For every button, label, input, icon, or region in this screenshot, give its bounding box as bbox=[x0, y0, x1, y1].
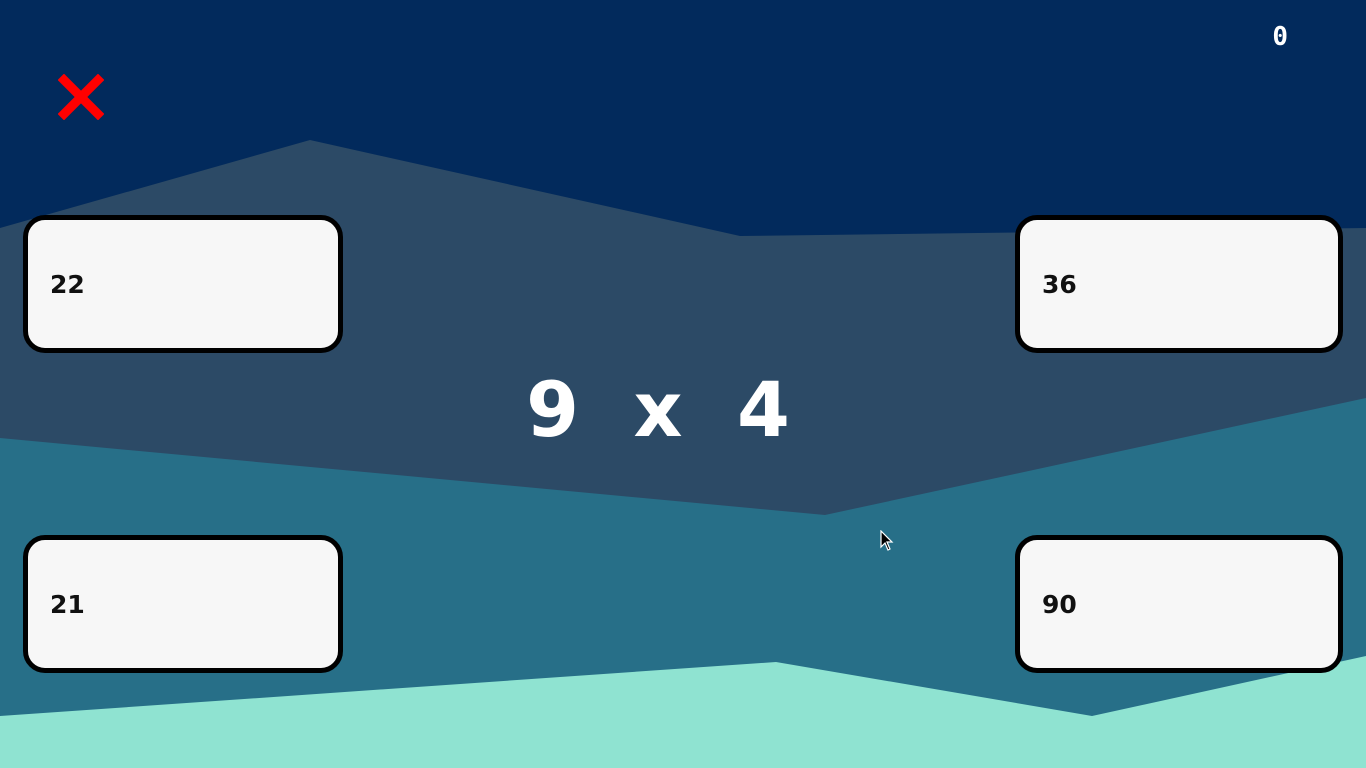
answer-value: 21 bbox=[50, 589, 85, 619]
answer-value: 90 bbox=[1042, 589, 1077, 619]
question-operand-left: 9 bbox=[526, 365, 584, 454]
answer-option-top-left[interactable]: 22 bbox=[23, 215, 343, 353]
question-operand-right: 4 bbox=[736, 365, 794, 454]
game-stage: 0 22 36 21 90 9 x 4 bbox=[0, 0, 1366, 768]
score-counter: 0 bbox=[1272, 22, 1288, 52]
answer-value: 22 bbox=[50, 269, 85, 299]
close-icon bbox=[58, 74, 104, 120]
answer-option-bottom-right[interactable]: 90 bbox=[1015, 535, 1343, 673]
mouse-cursor bbox=[880, 530, 894, 551]
multiplication-question: 9 x 4 bbox=[440, 365, 880, 454]
answer-option-bottom-left[interactable]: 21 bbox=[23, 535, 343, 673]
answer-value: 36 bbox=[1042, 269, 1077, 299]
close-button[interactable] bbox=[58, 74, 104, 120]
question-operator: x bbox=[633, 365, 687, 454]
answer-option-top-right[interactable]: 36 bbox=[1015, 215, 1343, 353]
